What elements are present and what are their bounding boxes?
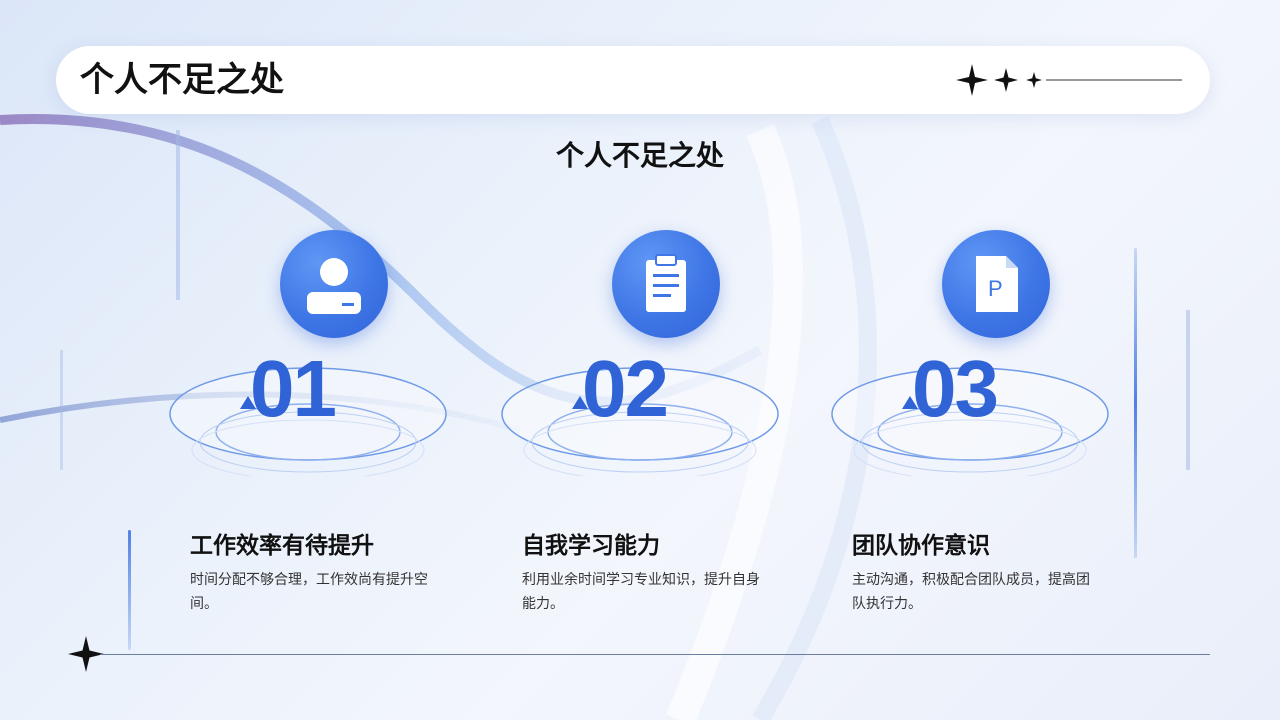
card-3: P 03 团队协作意识 主动沟通，积极配合团队成员，提高团队执行力。 — [830, 226, 1160, 626]
document-p-icon: P — [976, 256, 1018, 312]
card-description: 主动沟通，积极配合团队成员，提高团队执行力。 — [852, 572, 1090, 612]
card-description: 利用业余时间学习专业知识，提升自身能力。 — [522, 572, 760, 612]
sparkle-stars-icon — [956, 64, 1182, 96]
card-2: 02 自我学习能力 利用业余时间学习专业知识，提升自身能力。 — [500, 226, 830, 626]
header-bar: 个人不足之处 — [56, 46, 1210, 114]
section-title: 个人不足之处 — [555, 139, 724, 172]
header-title: 个人不足之处 — [80, 60, 284, 100]
accent-line-left — [128, 530, 131, 650]
svg-text:P: P — [988, 276, 1003, 301]
card-number: 01 — [250, 344, 337, 433]
card-badge — [612, 230, 720, 338]
card-badge — [280, 230, 388, 338]
card-title: 工作效率有待提升 — [190, 533, 374, 559]
card-title: 团队协作意识 — [852, 533, 990, 559]
clipboard-icon — [646, 254, 686, 312]
sparkle-star-icon — [68, 636, 104, 672]
bottom-divider — [100, 654, 1210, 655]
user-icon — [307, 258, 361, 314]
card-number: 02 — [582, 344, 669, 433]
card-description: 时间分配不够合理，工作效尚有提升空间。 — [190, 572, 428, 612]
card-title: 自我学习能力 — [522, 533, 660, 559]
card-badge: P — [942, 230, 1050, 338]
card-1: 01 工作效率有待提升 时间分配不够合理，工作效尚有提升空间。 — [168, 226, 498, 626]
card-number: 03 — [912, 344, 999, 433]
